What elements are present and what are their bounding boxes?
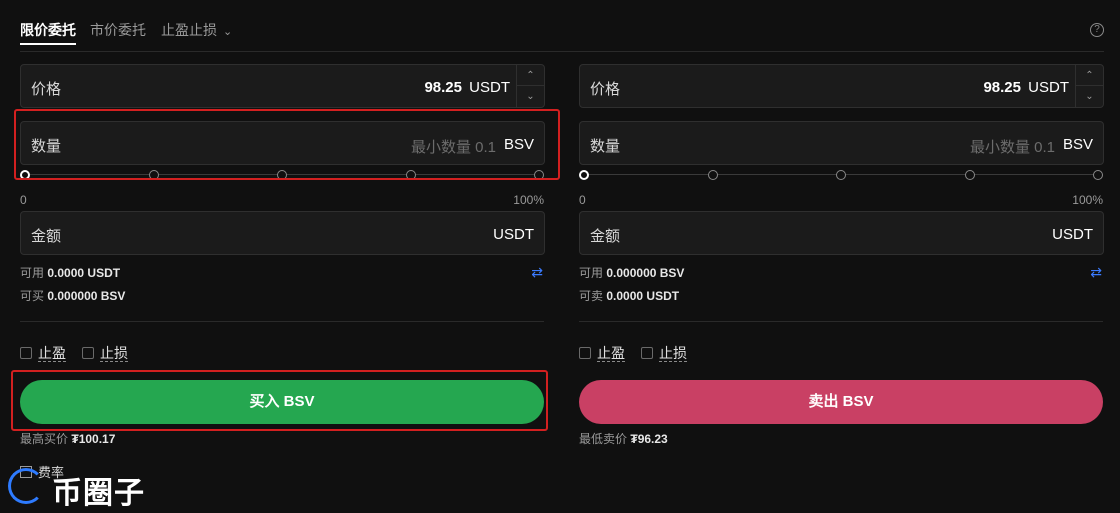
watermark-text: 币圈子: [52, 477, 145, 510]
buy-max-quantity: 可买 0.000000 BSV: [20, 287, 125, 304]
buy-price-value: 98.25: [424, 79, 462, 96]
buy-quantity-unit: BSV: [503, 136, 534, 153]
buy-available-label: 可用: [20, 266, 45, 280]
slider-stop-100[interactable]: [534, 170, 544, 180]
checkbox-box[interactable]: [20, 347, 32, 359]
sell-price-label: 价格: [590, 81, 621, 98]
buy-percent-slider[interactable]: [20, 170, 544, 180]
sell-button[interactable]: 卖出 BSV: [579, 380, 1103, 424]
slider-stop-100[interactable]: [1093, 170, 1103, 180]
buy-best-label: 最高买价: [20, 432, 69, 446]
sell-max-value: 0.0000 USDT: [606, 289, 680, 303]
chevron-down-icon[interactable]: ⌄: [517, 86, 544, 107]
sell-amount-label: 金额: [590, 228, 621, 245]
stop-loss-label: 止损: [659, 345, 687, 362]
checkbox-box[interactable]: [641, 347, 653, 359]
divider: [579, 321, 1103, 322]
sell-amount-field[interactable]: 金额 USDT: [579, 211, 1104, 255]
slider-max-label: 100%: [513, 193, 544, 207]
sell-available-label: 可用: [579, 266, 604, 280]
checkbox-box[interactable]: [82, 347, 94, 359]
buy-max-value: 0.000000 BSV: [47, 289, 126, 303]
slider-min-label: 0: [20, 193, 27, 207]
sell-price-stepper: ⌃ ⌄: [1075, 65, 1103, 107]
buy-best-value: ₮100.17: [71, 432, 116, 446]
slider-stop-75[interactable]: [406, 170, 416, 180]
sell-price-unit: USDT: [1028, 79, 1069, 96]
slider-stop-75[interactable]: [965, 170, 975, 180]
sell-take-profit-checkbox[interactable]: 止盈: [579, 343, 625, 363]
slider-min-label: 0: [579, 193, 586, 207]
sell-quantity-field[interactable]: 数量 最小数量 0.1 BSV: [579, 121, 1104, 165]
buy-price-unit: USDT: [469, 79, 510, 96]
buy-take-profit-checkbox[interactable]: 止盈: [20, 343, 66, 363]
tab-market-order[interactable]: 市价委托: [90, 20, 146, 40]
buy-available: 可用 0.0000 USDT: [20, 264, 120, 281]
buy-best-price: 最高买价 ₮100.17: [20, 430, 115, 447]
buy-price-field[interactable]: 价格 98.25 USDT ⌃ ⌄: [20, 64, 545, 108]
sell-quantity-label: 数量: [590, 138, 621, 155]
buy-stop-loss-checkbox[interactable]: 止损: [82, 343, 128, 363]
tab-limit-order[interactable]: 限价委托: [20, 20, 76, 45]
buy-price-stepper: ⌃ ⌄: [516, 65, 544, 107]
slider-stop-0[interactable]: [20, 170, 30, 180]
sell-best-price: 最低卖价 ₮96.23: [579, 430, 668, 447]
sell-price-value: 98.25: [983, 79, 1021, 96]
sell-best-value: ₮96.23: [630, 432, 668, 446]
sell-price-field[interactable]: 价格 98.25 USDT ⌃ ⌄: [579, 64, 1104, 108]
buy-price-label: 价格: [31, 81, 62, 98]
swap-icon[interactable]: ⇄: [1090, 264, 1102, 281]
order-type-tabs: 限价委托 市价委托 止盈止损 ⌄ ?: [20, 0, 1104, 52]
buy-quantity-placeholder: 最小数量 0.1: [410, 139, 496, 156]
buy-quantity-label: 数量: [31, 138, 62, 155]
help-icon[interactable]: ?: [1090, 23, 1104, 37]
swap-icon[interactable]: ⇄: [531, 264, 543, 281]
buy-amount-unit: USDT: [493, 226, 534, 243]
slider-stop-25[interactable]: [149, 170, 159, 180]
sell-stop-loss-checkbox[interactable]: 止损: [641, 343, 687, 363]
sell-available: 可用 0.000000 BSV: [579, 264, 684, 281]
slider-stop-50[interactable]: [277, 170, 287, 180]
chevron-up-icon[interactable]: ⌃: [1076, 65, 1103, 86]
buy-available-value: 0.0000 USDT: [47, 266, 121, 280]
chevron-down-icon: ⌄: [223, 26, 233, 38]
sell-quantity-unit: BSV: [1062, 136, 1093, 153]
chevron-down-icon[interactable]: ⌄: [1076, 86, 1103, 107]
watermark-logo: 币圈子: [8, 466, 158, 510]
slider-stop-0[interactable]: [579, 170, 589, 180]
take-profit-label: 止盈: [597, 345, 625, 362]
buy-max-label: 可买: [20, 289, 45, 303]
slider-stop-50[interactable]: [836, 170, 846, 180]
sell-quantity-placeholder: 最小数量 0.1: [969, 139, 1055, 156]
sell-max-quantity: 可卖 0.0000 USDT: [579, 287, 679, 304]
sell-max-label: 可卖: [579, 289, 604, 303]
watermark-circle-icon: [8, 468, 44, 504]
sell-amount-unit: USDT: [1052, 226, 1093, 243]
slider-stop-25[interactable]: [708, 170, 718, 180]
tab-tp-sl[interactable]: 止盈止损 ⌄: [161, 20, 232, 40]
sell-best-label: 最低卖价: [579, 432, 628, 446]
buy-amount-field[interactable]: 金额 USDT: [20, 211, 545, 255]
stop-loss-label: 止损: [100, 345, 128, 362]
take-profit-label: 止盈: [38, 345, 66, 362]
checkbox-box[interactable]: [579, 347, 591, 359]
tab-tp-sl-label: 止盈止损: [161, 22, 217, 38]
slider-max-label: 100%: [1072, 193, 1103, 207]
sell-available-value: 0.000000 BSV: [606, 266, 685, 280]
buy-quantity-field[interactable]: 数量 最小数量 0.1 BSV: [20, 121, 545, 165]
buy-amount-label: 金额: [31, 228, 62, 245]
sell-percent-slider[interactable]: [579, 170, 1103, 180]
buy-button[interactable]: 买入 BSV: [20, 380, 544, 424]
divider: [20, 321, 544, 322]
chevron-up-icon[interactable]: ⌃: [517, 65, 544, 86]
